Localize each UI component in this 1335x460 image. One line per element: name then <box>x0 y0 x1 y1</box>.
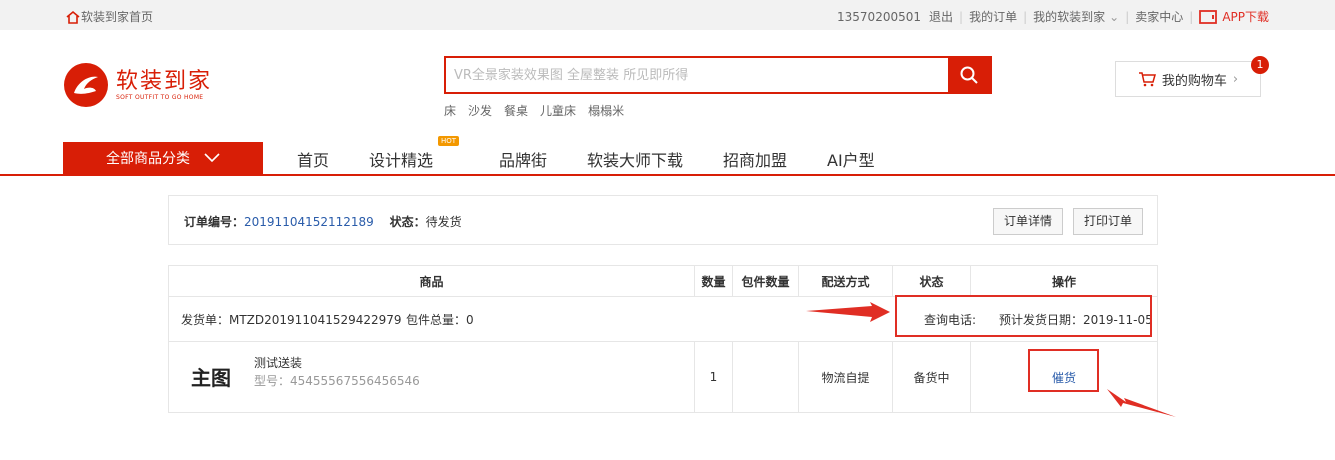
arrow-right-icon <box>806 302 890 322</box>
annotation-arrows <box>806 302 1176 417</box>
arrow-left-icon <box>1107 389 1176 417</box>
